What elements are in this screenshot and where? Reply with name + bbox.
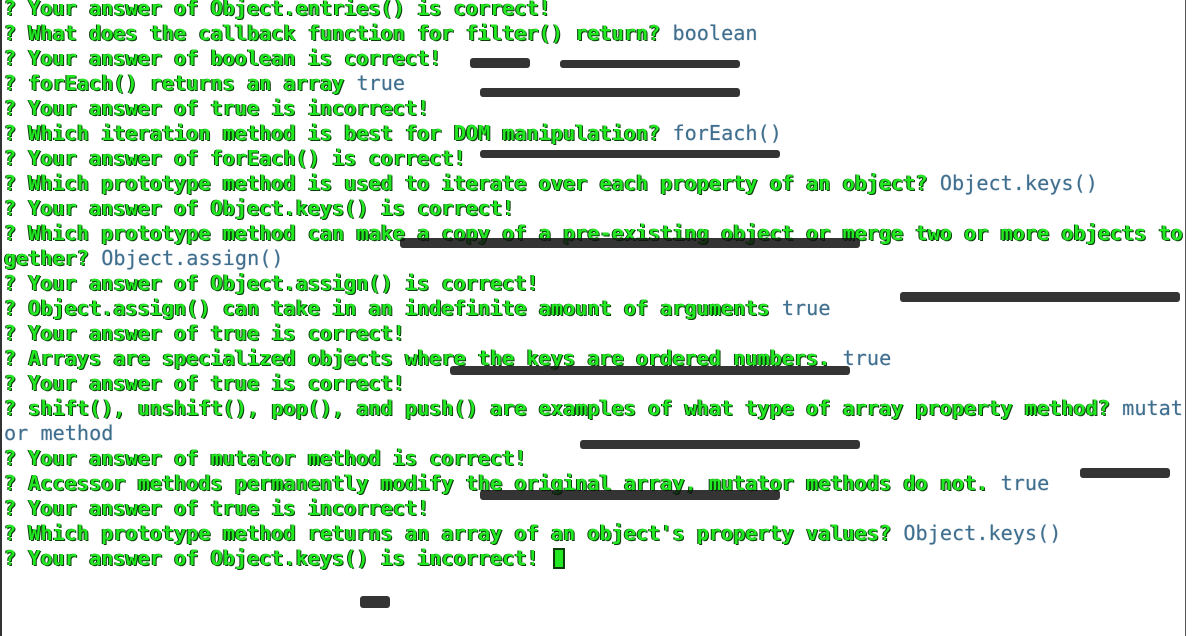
window-left-border	[0, 0, 2, 636]
render-artifact	[560, 60, 740, 68]
render-artifact	[480, 150, 780, 158]
prompt-text: ? Your answer of true is correct!	[4, 371, 406, 395]
answer-text: boolean	[672, 21, 758, 45]
render-artifact	[480, 88, 740, 97]
render-artifact	[900, 292, 1180, 302]
prompt-text: ? Which prototype method returns an arra…	[4, 521, 904, 545]
answer-text: true	[842, 346, 892, 370]
prompt-text: ? Which prototype method is used to iter…	[4, 171, 940, 195]
terminal-line: ? Your answer of Object.entries() is cor…	[4, 0, 1188, 21]
render-artifact	[470, 58, 530, 68]
terminal-line: ? shift(), unshift(), pop(), and push() …	[4, 396, 1188, 446]
answer-text: Object.keys()	[939, 171, 1098, 195]
text-cursor[interactable]	[552, 548, 565, 569]
prompt-text: ? Your answer of Object.entries() is cor…	[4, 0, 551, 20]
answer-text: Object.keys()	[903, 521, 1062, 545]
prompt-text: ? Your answer of Object.keys() is incorr…	[4, 546, 551, 570]
answer-text: Object.assign()	[101, 246, 284, 270]
terminal-line: ? Which prototype method is used to iter…	[4, 171, 1188, 196]
answer-text: forEach()	[672, 121, 782, 145]
terminal-line: ? What does the callback function for fi…	[4, 21, 1188, 46]
prompt-text: ? Your answer of mutator method is corre…	[4, 446, 527, 470]
answer-text: true	[781, 296, 831, 320]
scrollbar[interactable]	[1185, 0, 1192, 636]
prompt-text: ? Object.assign() can take in an indefin…	[4, 296, 782, 320]
prompt-text: ? Which iteration method is best for DOM…	[4, 121, 673, 145]
render-artifact	[400, 238, 860, 248]
terminal-line: ? Your answer of Object.keys() is incorr…	[4, 546, 1188, 571]
terminal-window[interactable]: ? Your answer of Object.entries() is cor…	[0, 0, 1194, 636]
terminal-line: ? Your answer of true is correct!	[4, 321, 1188, 346]
render-artifact	[360, 596, 390, 608]
prompt-text: ? shift(), unshift(), pop(), and push() …	[4, 396, 1123, 420]
terminal-line: ? Your answer of true is incorrect!	[4, 96, 1188, 121]
render-artifact	[480, 490, 780, 500]
prompt-text: ? Your answer of Object.assign() is corr…	[4, 271, 539, 295]
render-artifact	[1080, 468, 1170, 478]
terminal-line: ? Which prototype method returns an arra…	[4, 521, 1188, 546]
terminal-line: ? Which iteration method is best for DOM…	[4, 121, 1188, 146]
prompt-text: ? What does the callback function for fi…	[4, 21, 673, 45]
render-artifact	[450, 366, 850, 375]
prompt-text: ? Your answer of true is correct!	[4, 321, 406, 345]
terminal-output: ? Your answer of Object.entries() is cor…	[4, 0, 1188, 571]
terminal-line: ? Your answer of mutator method is corre…	[4, 446, 1188, 471]
prompt-text: ? Your answer of boolean is correct!	[4, 46, 442, 70]
prompt-text: ? Your answer of Object.keys() is correc…	[4, 196, 515, 220]
prompt-text: ? Your answer of true is incorrect!	[4, 496, 430, 520]
terminal-line: ? Your answer of Object.keys() is correc…	[4, 196, 1188, 221]
prompt-text: ? Your answer of forEach() is correct!	[4, 146, 466, 170]
answer-text: true	[356, 71, 406, 95]
prompt-text: ? forEach() returns an array	[4, 71, 357, 95]
render-artifact	[580, 440, 860, 449]
answer-text: true	[1000, 471, 1050, 495]
prompt-text: ? Your answer of true is incorrect!	[4, 96, 430, 120]
